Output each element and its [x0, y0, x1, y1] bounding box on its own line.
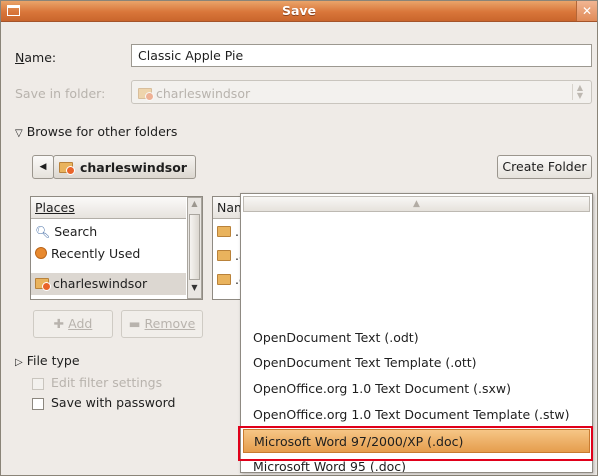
remove-place-button[interactable]: ▬ Remove: [121, 310, 203, 338]
name-label: Name:: [15, 50, 57, 65]
menu-item-word-97[interactable]: Microsoft Word 97/2000/XP (.doc): [243, 429, 590, 453]
browse-folders-expander[interactable]: ▽ Browse for other folders: [15, 124, 177, 139]
save-in-folder-combo: charleswindsor ▲ ▼: [131, 80, 592, 104]
save-password-checkbox[interactable]: [32, 398, 44, 410]
places-item-search[interactable]: 🔍︎ Search: [31, 221, 186, 243]
chevron-left-icon: ◀: [39, 162, 47, 172]
save-in-folder-label: Save in folder:: [15, 86, 106, 101]
menu-item-odt[interactable]: OpenDocument Text (.odt): [243, 326, 590, 350]
recent-icon: [35, 247, 47, 259]
plus-icon: ✚: [53, 316, 65, 331]
home-folder-icon: [138, 88, 154, 101]
folder-icon: [217, 250, 231, 261]
close-icon[interactable]: ✕: [576, 1, 597, 21]
places-item-home[interactable]: charleswindsor: [31, 273, 186, 295]
search-icon: 🔍︎: [35, 225, 51, 239]
scroll-down-icon[interactable]: ▼: [189, 283, 200, 297]
places-scrollbar[interactable]: ▲ ▼: [187, 197, 202, 299]
minus-icon: ▬: [128, 316, 141, 331]
menu-item-word-95[interactable]: Microsoft Word 95 (.doc): [243, 455, 590, 472]
places-column-header[interactable]: Places: [31, 197, 186, 219]
places-panel: Places 🔍︎ Search Recently Used charleswi…: [30, 196, 203, 300]
scroll-up-icon[interactable]: ▲: [189, 199, 200, 213]
path-back-button[interactable]: ◀: [32, 155, 54, 179]
combo-arrows-icon: ▲ ▼: [572, 84, 587, 100]
save-in-folder-value: charleswindsor: [155, 86, 251, 101]
menu-item-ott[interactable]: OpenDocument Text Template (.ott): [243, 351, 590, 375]
home-folder-icon: [35, 278, 51, 291]
file-type-dropdown-menu: ▲ OpenDocument Text (.odt) OpenDocument …: [240, 193, 593, 473]
file-type-expander[interactable]: ▷ File type: [15, 353, 80, 368]
places-item-recently-used[interactable]: Recently Used: [31, 243, 186, 265]
edit-filter-checkbox[interactable]: [32, 378, 44, 390]
title-bar[interactable]: Save ✕: [1, 1, 597, 22]
menu-item-sxw[interactable]: OpenOffice.org 1.0 Text Document (.sxw): [243, 377, 590, 401]
path-current-button[interactable]: charleswindsor: [53, 155, 196, 179]
places-scroll-thumb[interactable]: [189, 214, 200, 280]
expander-open-icon: ▽: [15, 128, 23, 139]
save-password-label: Save with password: [51, 395, 176, 410]
create-folder-button[interactable]: Create Folder: [497, 155, 592, 179]
folder-icon: [217, 226, 231, 237]
menu-scroll-up-icon[interactable]: ▲: [243, 196, 590, 212]
name-input[interactable]: Classic Apple Pie: [131, 44, 592, 67]
folder-icon: [217, 274, 231, 285]
window-title: Save: [281, 3, 317, 18]
home-folder-icon: [59, 162, 75, 175]
add-place-button[interactable]: ✚ Add: [33, 310, 113, 338]
expander-closed-icon: ▷: [15, 357, 23, 368]
edit-filter-label: Edit filter settings: [51, 375, 163, 390]
menu-item-stw[interactable]: OpenOffice.org 1.0 Text Document Templat…: [243, 403, 590, 427]
path-current-label: charleswindsor: [79, 160, 187, 175]
